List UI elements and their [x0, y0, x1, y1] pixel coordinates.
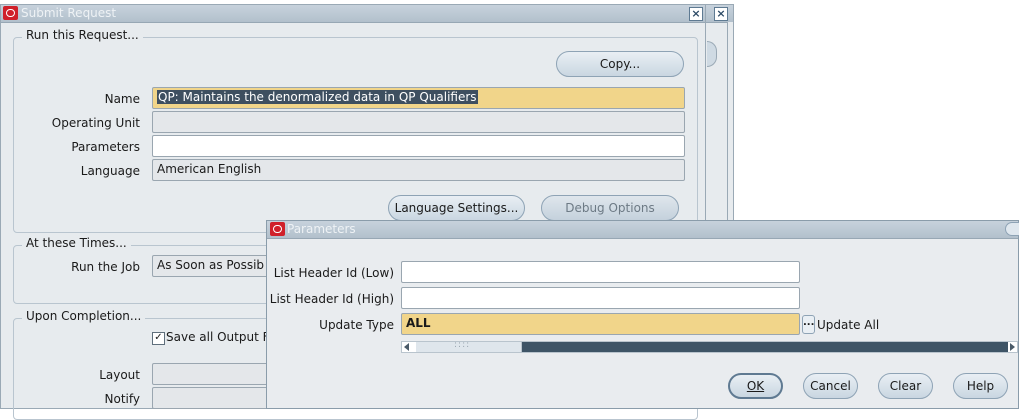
- language-label: Language: [80, 164, 140, 178]
- list-header-low-field[interactable]: [401, 261, 800, 283]
- background-window-close-icon[interactable]: ×: [714, 7, 728, 21]
- completion-legend: Upon Completion...: [22, 309, 146, 323]
- background-window-edge-button: [707, 41, 717, 67]
- scroll-track[interactable]: [522, 342, 1008, 352]
- language-field[interactable]: American English: [152, 159, 685, 181]
- update-type-field[interactable]: ALL: [401, 313, 800, 335]
- oracle-logo-icon: [3, 6, 18, 20]
- scroll-right-arrow-icon[interactable]: [1010, 343, 1015, 351]
- copy-button[interactable]: Copy...: [556, 51, 684, 77]
- parameters-titlebar: Parameters: [267, 221, 1019, 239]
- parameters-label: Parameters: [71, 140, 140, 154]
- scroll-left-arrow-icon[interactable]: [404, 343, 409, 351]
- ok-button[interactable]: OK: [728, 373, 783, 399]
- operating-unit-label: Operating Unit: [51, 116, 140, 130]
- cancel-button[interactable]: Cancel: [803, 373, 858, 399]
- scroll-grip: ::::: [454, 340, 471, 350]
- submit-request-titlebar: Submit Request ×: [1, 5, 705, 23]
- submit-request-title: Submit Request: [21, 6, 117, 20]
- list-header-low-label: List Header Id (Low): [273, 266, 394, 280]
- background-window-border: [727, 22, 733, 232]
- horizontal-scrollbar[interactable]: ::::: [401, 340, 1018, 353]
- language-settings-button[interactable]: Language Settings...: [388, 195, 525, 221]
- parameters-title: Parameters: [287, 222, 356, 236]
- run-request-legend: Run this Request...: [22, 28, 143, 42]
- run-job-label: Run the Job: [71, 260, 140, 274]
- update-type-value: ALL: [406, 316, 431, 330]
- lov-ellipsis-button[interactable]: ...: [802, 315, 815, 334]
- name-label: Name: [104, 92, 140, 106]
- save-output-checkbox[interactable]: ✓: [152, 332, 165, 345]
- list-header-high-field[interactable]: [401, 287, 800, 309]
- list-header-high-label: List Header Id (High): [269, 292, 394, 306]
- times-legend: At these Times...: [22, 236, 131, 250]
- update-type-description: Update All: [817, 318, 880, 332]
- close-icon[interactable]: ×: [689, 7, 703, 21]
- oracle-logo-icon: [270, 222, 285, 236]
- parameters-dialog: Parameters List Header Id (Low) List Hea…: [266, 220, 1019, 409]
- notify-label: Notify: [104, 392, 140, 406]
- layout-label: Layout: [99, 368, 140, 382]
- operating-unit-field[interactable]: [152, 111, 685, 133]
- update-type-label: Update Type: [319, 318, 394, 332]
- dialog-edge-button: [1005, 222, 1019, 236]
- clear-button[interactable]: Clear: [878, 373, 933, 399]
- name-value: QP: Maintains the denormalized data in Q…: [157, 90, 478, 104]
- save-output-label: Save all Output F: [166, 330, 270, 344]
- scroll-thumb[interactable]: ::::: [416, 340, 522, 352]
- ok-button-label: OK: [746, 379, 765, 393]
- name-field[interactable]: QP: Maintains the denormalized data in Q…: [152, 87, 685, 109]
- help-button[interactable]: Help: [953, 373, 1008, 399]
- debug-options-button[interactable]: Debug Options: [541, 195, 679, 221]
- parameters-field[interactable]: [152, 135, 685, 157]
